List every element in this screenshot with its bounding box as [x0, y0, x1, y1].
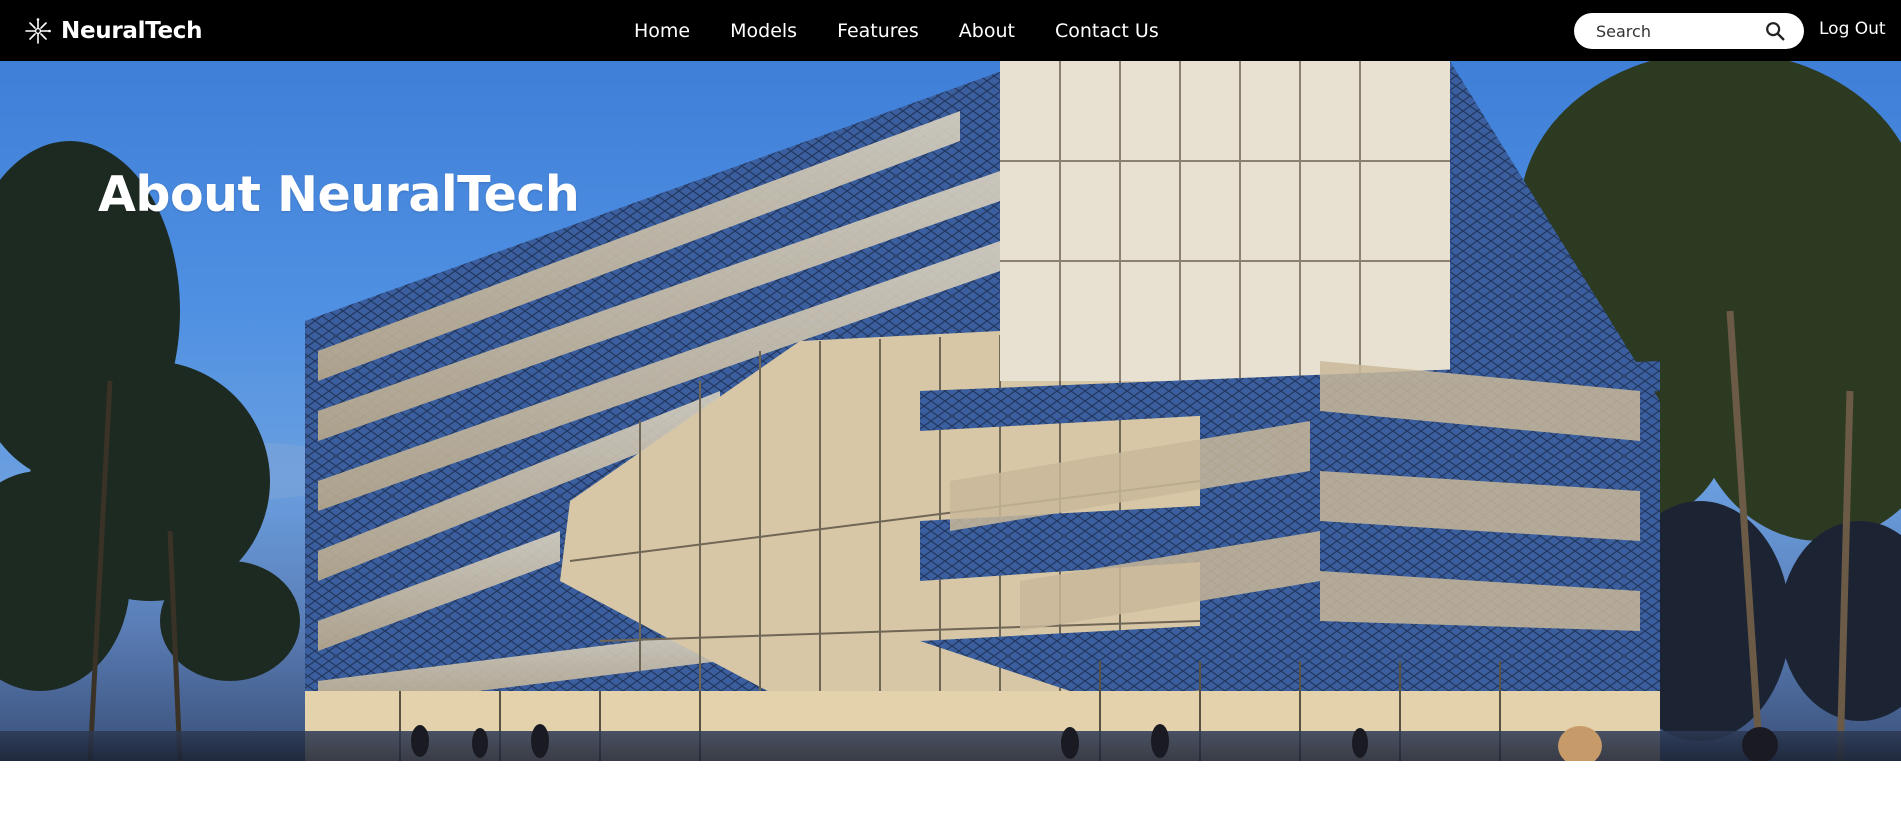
page-title: About NeuralTech — [98, 166, 580, 223]
nav-home[interactable]: Home — [634, 20, 690, 42]
brand-link[interactable]: NeuralTech — [24, 14, 203, 48]
nav-models[interactable]: Models — [730, 20, 797, 42]
brand-name: NeuralTech — [61, 18, 203, 44]
top-navbar: NeuralTech Home Models Features About Co… — [0, 0, 1901, 61]
logout-link[interactable]: Log Out — [1819, 19, 1886, 39]
nav-contact-us[interactable]: Contact Us — [1055, 20, 1159, 42]
search-box — [1574, 13, 1804, 49]
search-icon[interactable] — [1764, 20, 1786, 42]
nav-features[interactable]: Features — [837, 20, 919, 42]
main-nav: Home Models Features About Contact Us — [634, 0, 1159, 61]
neural-spark-icon — [25, 18, 51, 44]
search-input[interactable] — [1596, 16, 1756, 46]
hero-banner: About NeuralTech — [0, 61, 1901, 761]
nav-about[interactable]: About — [959, 20, 1015, 42]
